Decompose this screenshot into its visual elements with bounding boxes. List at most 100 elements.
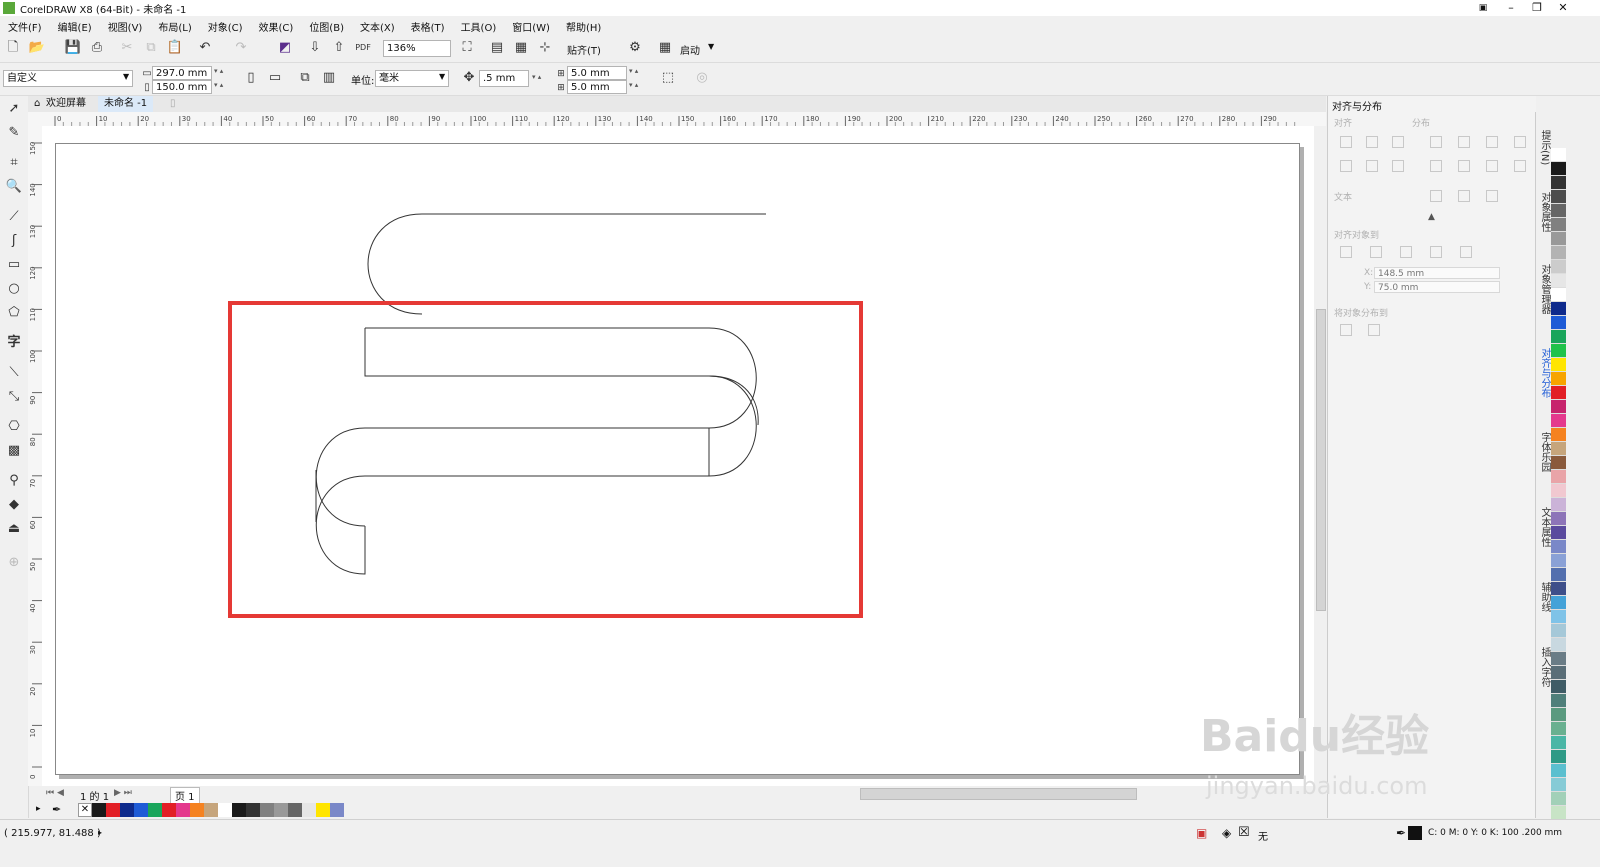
show-grid-icon[interactable]: ▦ — [512, 39, 530, 57]
vertical-scroll-thumb[interactable] — [1316, 309, 1326, 611]
unit-select[interactable]: 毫米 — [375, 70, 449, 87]
pick-tool-icon[interactable]: ➚ — [5, 100, 23, 118]
active-objects-icon[interactable] — [1340, 246, 1352, 258]
menu-file[interactable]: 文件(F) — [0, 17, 50, 35]
vertical-scrollbar[interactable] — [1314, 126, 1326, 786]
distribute-vspacing-icon[interactable] — [1486, 160, 1498, 172]
x-position-field[interactable]: 148.5 mm — [1374, 267, 1500, 279]
first-page-icon[interactable]: ⏮ ◀ — [46, 788, 64, 798]
side-tab-object-manager[interactable]: 对象管理器 — [1537, 264, 1552, 314]
palette-swatch[interactable] — [1551, 736, 1566, 750]
search-content-icon[interactable]: ◩ — [276, 39, 294, 57]
side-tab-align-distribute[interactable]: 对齐与分布 — [1537, 348, 1552, 398]
menu-tools[interactable]: 工具(O) — [453, 17, 505, 35]
distribute-right-icon[interactable] — [1514, 136, 1526, 148]
document-palette-swatch[interactable] — [274, 803, 288, 817]
palette-swatch[interactable] — [1551, 512, 1566, 526]
show-guidelines-icon[interactable]: ⊹ — [536, 39, 554, 57]
palette-swatch[interactable] — [1551, 358, 1566, 372]
palette-swatch[interactable] — [1551, 386, 1566, 400]
palette-swatch[interactable] — [1551, 708, 1566, 722]
launch-chevron-down-icon[interactable]: ▼ — [708, 42, 714, 51]
unit-chevron-down-icon[interactable]: ▼ — [439, 72, 445, 81]
palette-swatch[interactable] — [1551, 540, 1566, 554]
close-button[interactable]: ✕ — [1552, 0, 1574, 16]
new-document-icon[interactable]: 🗋 — [4, 39, 22, 57]
palette-swatch[interactable] — [1551, 176, 1566, 190]
fill-bucket-icon[interactable]: ◆ — [5, 496, 23, 514]
align-bottom-icon[interactable] — [1392, 160, 1404, 172]
document-palette-swatch[interactable] — [190, 803, 204, 817]
crop-tool-icon[interactable]: ⌗ — [5, 154, 23, 172]
no-color-swatch[interactable]: ✕ — [78, 803, 92, 817]
document-palette-swatch[interactable] — [204, 803, 218, 817]
launch-icon[interactable]: ▦ — [656, 39, 674, 57]
eyedropper-icon[interactable]: ✒ — [52, 803, 61, 816]
import-icon[interactable]: ⇩ — [306, 39, 324, 57]
palette-swatch[interactable] — [1551, 694, 1566, 708]
palette-swatch[interactable] — [1551, 456, 1566, 470]
palette-swatch[interactable] — [1551, 428, 1566, 442]
dup-x-spinner[interactable]: ▾ ▴ — [629, 67, 638, 75]
palette-scroll-icon[interactable]: ▸ — [36, 804, 41, 814]
distribute-middle-icon[interactable] — [1458, 160, 1470, 172]
palette-swatch[interactable] — [1551, 652, 1566, 666]
account-icon[interactable]: ▣ — [1472, 0, 1494, 16]
document-palette-swatch[interactable] — [134, 803, 148, 817]
menu-object[interactable]: 对象(C) — [200, 17, 251, 35]
palette-swatch[interactable] — [1551, 442, 1566, 456]
document-palette-swatch[interactable] — [316, 803, 330, 817]
distribute-spacing-icon[interactable] — [1486, 136, 1498, 148]
palette-swatch[interactable] — [1551, 568, 1566, 582]
interactive-fill-icon[interactable]: ⎔ — [5, 418, 23, 436]
collapse-chevron-up-icon[interactable]: ▲ — [1428, 212, 1435, 222]
document-palette-swatch[interactable] — [246, 803, 260, 817]
side-tab-insert-character[interactable]: 插入字符 — [1537, 647, 1552, 687]
width-spinner[interactable]: ▾ ▴ — [214, 67, 223, 75]
document-palette-swatch[interactable] — [148, 803, 162, 817]
page-preset-select[interactable]: 自定义 — [3, 70, 133, 87]
palette-swatch[interactable] — [1551, 400, 1566, 414]
color-proof-icon[interactable]: ▣ — [1196, 826, 1207, 840]
document-palette-swatch[interactable] — [232, 803, 246, 817]
cut-icon[interactable]: ✂ — [118, 39, 136, 57]
palette-swatch[interactable] — [1551, 330, 1566, 344]
align-center-h-icon[interactable] — [1366, 136, 1378, 148]
text-baseline-icon[interactable] — [1486, 190, 1498, 202]
palette-swatch[interactable] — [1551, 554, 1566, 568]
document-palette-swatch[interactable] — [162, 803, 176, 817]
height-spinner[interactable]: ▾ ▴ — [214, 81, 223, 89]
status-expand-icon[interactable]: ▸ — [98, 828, 102, 837]
landscape-icon[interactable]: ▭ — [266, 69, 284, 87]
distribute-top-icon[interactable] — [1430, 160, 1442, 172]
palette-swatch[interactable] — [1551, 722, 1566, 736]
palette-swatch[interactable] — [1551, 680, 1566, 694]
distribute-to-page-icon[interactable] — [1368, 324, 1380, 336]
nudge-spinner[interactable]: ▾ ▴ — [532, 73, 541, 81]
side-tab-hints[interactable]: 提示(N) — [1537, 130, 1552, 165]
document-palette-swatch[interactable] — [302, 803, 316, 817]
artistic-media-icon[interactable]: ʃ — [5, 232, 23, 250]
document-palette-swatch[interactable] — [260, 803, 274, 817]
horizontal-ruler[interactable]: 0 10 20 30 40 50 60 70 80 90 100 110 120 130 140 150 160… — [28, 112, 1326, 127]
treat-as-filled-icon[interactable]: ⬚ — [659, 69, 677, 87]
tab-document[interactable]: 未命名 -1 — [98, 96, 154, 112]
y-position-field[interactable]: 75.0 mm — [1374, 281, 1500, 293]
menu-text[interactable]: 文本(X) — [352, 17, 403, 35]
tab-welcome-screen[interactable]: 欢迎屏幕 — [40, 96, 92, 112]
specified-point-icon[interactable] — [1460, 246, 1472, 258]
zoom-tool-icon[interactable]: 🔍 — [5, 178, 23, 196]
text-first-line-icon[interactable] — [1430, 190, 1442, 202]
launch-dropdown[interactable]: 启动 — [680, 42, 700, 57]
document-palette-swatch[interactable] — [92, 803, 106, 817]
palette-swatch[interactable] — [1551, 190, 1566, 204]
palette-swatch[interactable] — [1551, 806, 1566, 820]
palette-swatch[interactable] — [1551, 302, 1566, 316]
snap-to-dropdown[interactable]: 贴齐(T) — [567, 42, 601, 57]
menu-effects[interactable]: 效果(C) — [251, 17, 302, 35]
palette-swatch[interactable] — [1551, 246, 1566, 260]
duplicate-distance-x-field[interactable]: 5.0 mm — [567, 66, 627, 80]
align-center-v-icon[interactable] — [1366, 160, 1378, 172]
nudge-distance-field[interactable]: .5 mm — [479, 70, 529, 87]
text-last-line-icon[interactable] — [1458, 190, 1470, 202]
